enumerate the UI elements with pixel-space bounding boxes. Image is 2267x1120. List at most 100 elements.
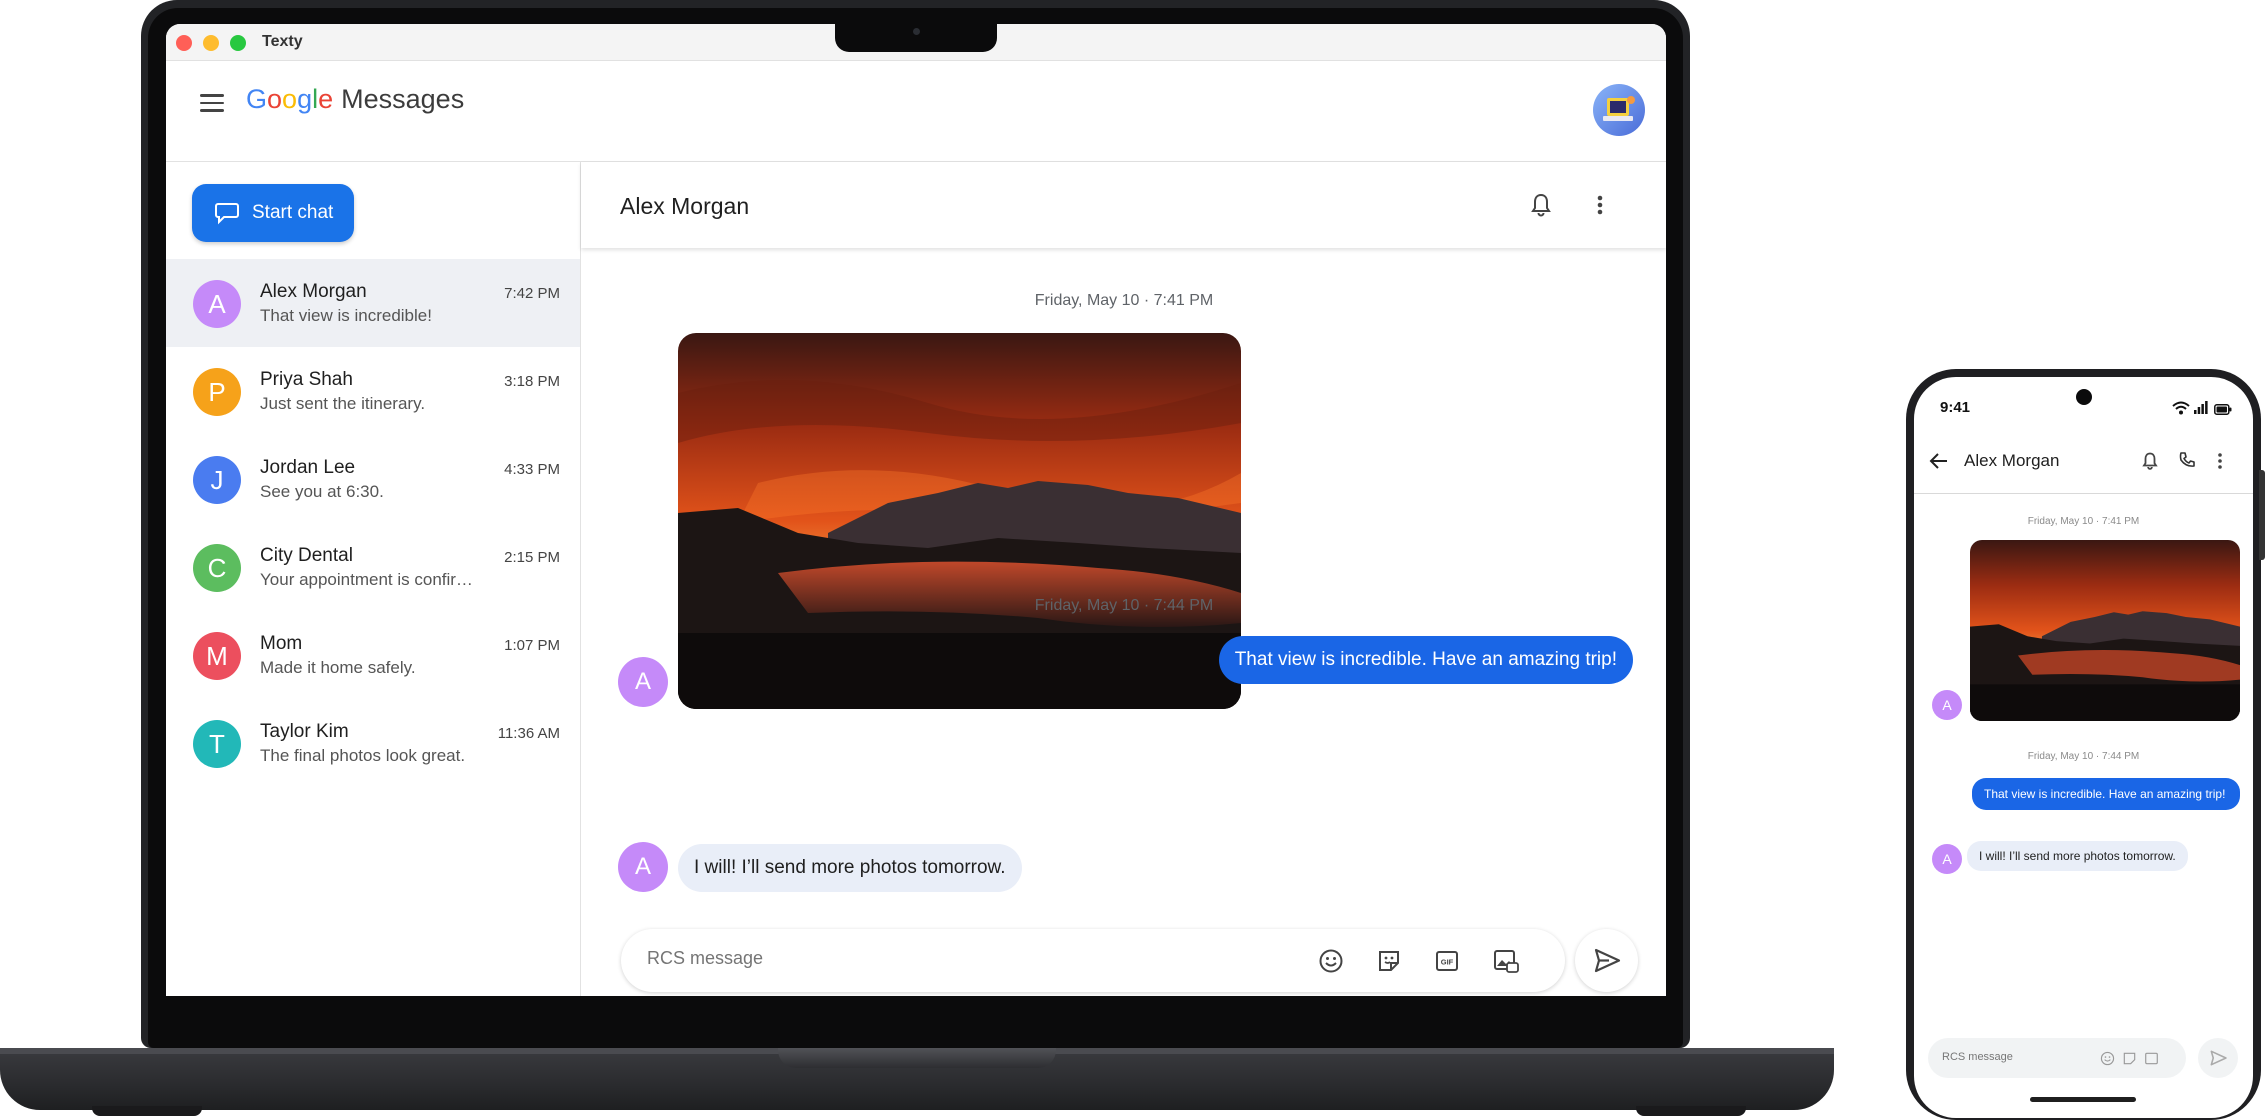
chat-contact-name: Alex Morgan xyxy=(620,193,750,219)
phone-message-timestamp: Friday, May 10 · 7:41 PM xyxy=(2027,516,2140,527)
phone-message-input[interactable]: RCS message xyxy=(1942,1051,2013,1063)
conversation-snippet: Your appointment is confir… xyxy=(260,570,473,589)
close-window-button[interactable] xyxy=(176,35,192,51)
contact-avatar: A xyxy=(618,842,668,892)
received-photo[interactable] xyxy=(678,333,1241,709)
battery-icon xyxy=(2214,402,2232,420)
phone-send-button[interactable] xyxy=(2198,1038,2238,1078)
google-wordmark: Google xyxy=(246,84,334,114)
conversation-time: 7:42 PM xyxy=(504,285,560,302)
phone-screen: 9:41 Alex Morgan Friday, May 10 · 7:41 P… xyxy=(1914,377,2253,1118)
maximize-window-button[interactable] xyxy=(230,35,246,51)
message-timestamp: Friday, May 10 · 7:44 PM xyxy=(1034,597,1214,614)
conversation-item[interactable]: P Priya Shah Just sent the itinerary. 3:18 … xyxy=(166,347,580,435)
conversation-name: Mom xyxy=(260,633,303,654)
phone-outgoing-message-bubble[interactable]: That view is incredible. Have an amazing… xyxy=(1972,778,2240,811)
start-chat-button[interactable]: Start chat xyxy=(192,184,354,242)
laptop-foot-right xyxy=(1636,1106,1746,1116)
conversation-snippet: Just sent the itinerary. xyxy=(260,394,426,413)
window-title: Texty xyxy=(262,33,303,50)
conversation-name: Jordan Lee xyxy=(260,457,356,478)
conversation-name: Alex Morgan xyxy=(260,281,367,302)
phone-emoji-icon[interactable] xyxy=(2100,1051,2115,1071)
conversation-avatar: C xyxy=(193,544,241,592)
message-input[interactable] xyxy=(645,947,1189,970)
conversation-avatar: T xyxy=(193,720,241,768)
phone-call-icon[interactable] xyxy=(2178,451,2196,474)
phone-sticker-icon[interactable] xyxy=(2122,1051,2137,1071)
outgoing-message-bubble[interactable]: That view is incredible. Have an amazing… xyxy=(1218,636,1633,684)
phone-camera-icon xyxy=(2076,389,2092,405)
conversation-avatar: A xyxy=(193,280,241,328)
laptop-screen: Texty Google Messages Start chat A Alex … xyxy=(166,24,1666,996)
conversation-item[interactable]: T Taylor Kim The final photos look great. 1… xyxy=(166,699,580,787)
conversation-avatar: P xyxy=(193,368,241,416)
phone-incoming-message-bubble[interactable]: I will! I’ll send more photos tomorrow. xyxy=(1967,841,2188,871)
chat-bubble-icon xyxy=(215,203,239,225)
account-avatar[interactable] xyxy=(1593,84,1645,136)
phone-gif-icon[interactable] xyxy=(2144,1051,2159,1071)
contact-avatar: A xyxy=(618,657,668,707)
phone-contact-avatar: A xyxy=(1932,844,1962,874)
notifications-bell-icon[interactable] xyxy=(1529,192,1553,223)
start-chat-label: Start chat xyxy=(252,202,334,223)
phone-bell-icon[interactable] xyxy=(2141,451,2159,476)
sticker-icon[interactable] xyxy=(1376,948,1402,979)
menu-icon[interactable] xyxy=(200,94,224,112)
camera-icon xyxy=(913,28,920,35)
phone-home-indicator[interactable] xyxy=(2030,1097,2136,1102)
emoji-icon[interactable] xyxy=(1318,948,1344,979)
conversation-sidebar: Start chat A Alex Morgan That view is incr… xyxy=(166,162,581,996)
incoming-message-bubble[interactable]: I will! I’ll send more photos tomorrow. xyxy=(678,844,1022,892)
more-options-icon[interactable] xyxy=(1588,192,1612,223)
conversation-time: 2:15 PM xyxy=(504,549,560,566)
minimize-window-button[interactable] xyxy=(203,35,219,51)
phone-contact-name: Alex Morgan xyxy=(1964,451,2060,470)
message-composer: GIF xyxy=(621,929,1565,992)
chat-header: Alex Morgan xyxy=(581,162,1666,248)
conversation-item[interactable]: M Mom Made it home safely. 1:07 PM xyxy=(166,611,580,699)
conversation-item[interactable]: A Alex Morgan That view is incredible! 7:42… xyxy=(166,259,580,347)
wifi-icon xyxy=(2172,401,2190,420)
conversation-snippet: See you at 6:30. xyxy=(260,482,384,501)
back-arrow-icon[interactable] xyxy=(1928,450,1950,477)
laptop-foot-left xyxy=(92,1106,202,1116)
gallery-icon[interactable] xyxy=(1492,948,1520,979)
laptop-bottom-bezel xyxy=(166,996,1666,1048)
phone-send-icon xyxy=(2210,1050,2227,1066)
camera-notch xyxy=(835,20,997,52)
svg-text:GIF: GIF xyxy=(1441,958,1454,967)
conversation-avatar: M xyxy=(193,632,241,680)
phone-contact-avatar: A xyxy=(1932,690,1962,720)
conversation-avatar: J xyxy=(193,456,241,504)
message-timestamp: Friday, May 10 · 7:41 PM xyxy=(1034,292,1214,309)
account-avatar-icon xyxy=(1603,96,1635,121)
phone-side-button xyxy=(2259,470,2265,560)
conversation-name: City Dental xyxy=(260,545,353,566)
phone-more-options-icon[interactable] xyxy=(2214,451,2226,476)
send-icon xyxy=(1594,948,1621,973)
phone-message-composer: RCS message xyxy=(1928,1038,2186,1078)
messages-wordmark: Messages xyxy=(341,84,465,114)
conversation-time: 11:36 AM xyxy=(497,725,560,742)
conversation-time: 4:33 PM xyxy=(504,461,560,478)
phone-received-photo[interactable] xyxy=(1970,540,2240,721)
conversation-snippet: Made it home safely. xyxy=(260,658,416,677)
gif-icon[interactable]: GIF xyxy=(1434,948,1460,979)
google-messages-logo: Google Messages xyxy=(246,84,464,115)
conversation-item[interactable]: C City Dental Your appointment is confir… 2… xyxy=(166,523,580,611)
conversation-snippet: The final photos look great. xyxy=(260,746,466,765)
phone-chat-header: Alex Morgan xyxy=(1914,431,2253,494)
phone-message-timestamp: Friday, May 10 · 7:44 PM xyxy=(2027,751,2140,762)
signal-icon xyxy=(2194,401,2208,419)
conversation-snippet: That view is incredible! xyxy=(260,306,432,325)
app-header: Google Messages xyxy=(166,61,1666,162)
laptop-hinge xyxy=(778,1048,1056,1068)
sunset-lake-image xyxy=(678,333,1241,709)
conversation-name: Taylor Kim xyxy=(260,721,349,742)
conversation-time: 1:07 PM xyxy=(504,637,560,654)
send-button[interactable] xyxy=(1575,929,1638,992)
conversation-time: 3:18 PM xyxy=(504,373,560,390)
conversation-item[interactable]: J Jordan Lee See you at 6:30. 4:33 PM xyxy=(166,435,580,523)
conversation-name: Priya Shah xyxy=(260,369,353,390)
